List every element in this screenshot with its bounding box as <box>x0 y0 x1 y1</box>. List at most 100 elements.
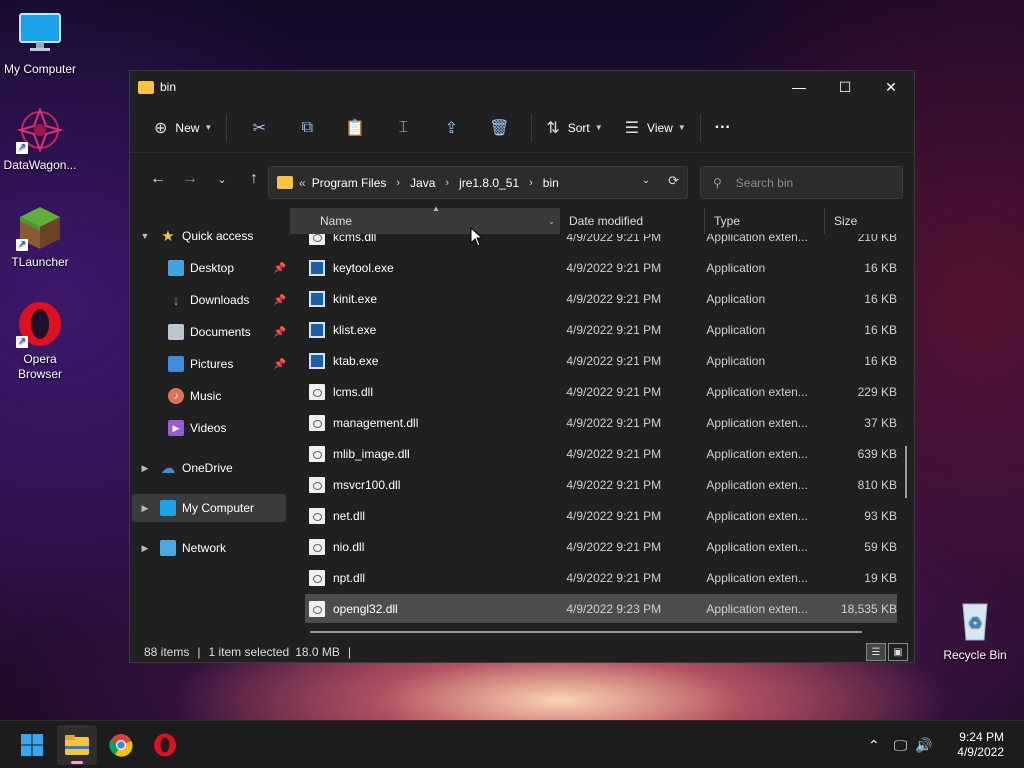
new-button[interactable]: ⊕ New ▼ <box>148 112 218 144</box>
chevron-down-icon[interactable]: ⌄ <box>548 217 555 226</box>
file-row[interactable]: lcms.dll 4/9/2022 9:21 PM Application exte… <box>305 377 897 406</box>
nav-label: Videos <box>190 421 227 435</box>
file-row[interactable]: npt.dll 4/9/2022 9:21 PM Application exten… <box>305 563 897 592</box>
file-size: 37 KB <box>864 415 897 430</box>
desktop-icon-recycle-bin[interactable]: ♻ Recycle Bin <box>935 596 1015 663</box>
breadcrumb-jre[interactable]: jre1.8.0_51 <box>459 176 519 190</box>
horizontal-scrollbar[interactable] <box>310 631 862 633</box>
file-row[interactable]: kcms.dll 4/9/2022 9:21 PM Application exte… <box>305 234 897 251</box>
more-options-button[interactable]: ··· <box>709 112 737 144</box>
close-button[interactable]: ✕ <box>868 71 914 103</box>
file-size: 639 KB <box>857 446 897 461</box>
file-row[interactable]: kinit.exe 4/9/2022 9:21 PM Application 16 K… <box>305 284 897 313</box>
details-view-button[interactable]: ☰ <box>866 643 886 661</box>
file-date: 4/9/2022 9:21 PM <box>566 260 662 275</box>
column-header-date[interactable]: Date modified <box>560 208 705 234</box>
nav-label: Downloads <box>190 293 250 307</box>
rename-button[interactable]: ⌶ <box>379 112 427 144</box>
file-date: 4/9/2022 9:21 PM <box>566 570 662 585</box>
share-button[interactable]: ⇪ <box>427 112 475 144</box>
nav-label: My Computer <box>182 501 255 515</box>
column-header-size[interactable]: Size <box>825 208 910 234</box>
nav-label: Quick access <box>182 229 254 243</box>
expand-arrow-icon[interactable]: ▶ <box>138 543 152 554</box>
network-status-icon[interactable]: 🖵 <box>894 737 908 754</box>
desktop-icon-my-computer[interactable]: My Computer <box>0 10 80 77</box>
breadcrumb-java[interactable]: Java <box>410 176 435 190</box>
file-row[interactable]: msvcr100.dll 4/9/2022 9:21 PM Application … <box>305 470 897 499</box>
taskbar-file-explorer[interactable] <box>57 725 97 765</box>
taskbar-chrome[interactable] <box>101 725 141 765</box>
nav-label: Pictures <box>190 357 234 371</box>
nav-onedrive[interactable]: ▶ ☁ OneDrive <box>138 454 286 482</box>
expand-arrow-icon[interactable]: ▼ <box>138 231 152 241</box>
file-row[interactable]: klist.exe 4/9/2022 9:21 PM Application 16 K… <box>305 315 897 344</box>
cut-button[interactable]: ✂ <box>235 112 283 144</box>
nav-my-computer[interactable]: ▶ My Computer <box>132 494 286 522</box>
file-row[interactable]: management.dll 4/9/2022 9:21 PM Applicatio… <box>305 408 897 437</box>
start-button[interactable] <box>12 725 52 765</box>
application-file-icon <box>309 259 325 276</box>
show-hidden-icons-button[interactable]: ⌃ <box>868 737 880 754</box>
copy-button[interactable]: ⧉ <box>283 112 331 144</box>
forward-button[interactable]: → <box>174 170 206 188</box>
large-icons-view-button[interactable]: ▣ <box>888 643 908 661</box>
column-header-name[interactable]: ▲ Name ⌄ <box>290 204 560 234</box>
file-type: Application exten... <box>706 415 808 430</box>
nav-downloads[interactable]: ↓ Downloads 📌 <box>168 286 288 314</box>
expand-arrow-icon[interactable]: ▶ <box>138 463 152 474</box>
address-bar[interactable]: « Program Files › Java › jre1.8.0_51 › b… <box>268 166 688 199</box>
nav-quick-access[interactable]: ▼ ★ Quick access <box>138 222 286 250</box>
nav-videos[interactable]: ▶ Videos <box>168 414 288 442</box>
file-row[interactable]: ktab.exe 4/9/2022 9:21 PM Application 16 KB <box>305 346 897 375</box>
taskbar-clock[interactable]: 9:24 PM 4/9/2022 <box>957 730 1004 760</box>
vertical-scrollbar[interactable] <box>905 446 907 498</box>
file-type: Application exten... <box>706 446 808 461</box>
back-button[interactable]: ← <box>142 170 174 188</box>
file-row[interactable]: mlib_image.dll 4/9/2022 9:21 PM Applicatio… <box>305 439 897 468</box>
nav-desktop[interactable]: Desktop 📌 <box>168 254 288 282</box>
sort-icon: ⇅ <box>546 119 560 137</box>
file-date: 4/9/2022 9:21 PM <box>566 477 662 492</box>
nav-music[interactable]: ♪ Music <box>168 382 288 410</box>
address-dropdown-button[interactable]: ⌄ <box>642 173 650 189</box>
datawagon-icon: ↗ <box>16 106 64 154</box>
monitor-icon <box>16 10 64 58</box>
file-name: nio.dll <box>333 539 365 554</box>
view-button[interactable]: ☰ View ▼ <box>619 112 692 144</box>
column-header-type[interactable]: Type <box>705 208 825 234</box>
nav-label: OneDrive <box>182 461 233 475</box>
star-icon: ★ <box>161 228 175 245</box>
active-indicator <box>71 761 83 764</box>
desktop-icon-tlauncher[interactable]: ↗ TLauncher <box>0 203 80 270</box>
search-input[interactable]: ⚲ Search bin <box>700 166 903 199</box>
volume-icon[interactable]: 🔊 <box>915 737 932 754</box>
up-button[interactable]: ↑ <box>238 170 270 188</box>
paste-button[interactable]: 📋 <box>331 112 379 144</box>
maximize-button[interactable]: ☐ <box>822 71 868 103</box>
file-row[interactable]: opengl32.dll 4/9/2022 9:23 PM Application … <box>305 594 897 623</box>
recent-locations-button[interactable]: ⌄ <box>206 173 238 186</box>
breadcrumb-overflow[interactable]: « <box>299 176 306 190</box>
clipboard-icon: 📋 <box>345 119 366 137</box>
delete-button[interactable]: 🗑 <box>475 112 523 144</box>
taskbar-opera[interactable] <box>145 725 185 765</box>
desktop-icon-opera[interactable]: ↗ Opera Browser <box>0 300 80 382</box>
expand-arrow-icon[interactable]: ▶ <box>138 503 152 514</box>
file-row[interactable]: net.dll 4/9/2022 9:21 PM Application exten… <box>305 501 897 530</box>
refresh-button[interactable]: ⟳ <box>668 173 679 189</box>
nav-documents[interactable]: Documents 📌 <box>168 318 288 346</box>
nav-network[interactable]: ▶ Network <box>138 534 286 562</box>
title-bar[interactable]: bin — ☐ ✕ <box>130 71 914 103</box>
file-size: 229 KB <box>857 384 897 399</box>
sort-button[interactable]: ⇅ Sort ▼ <box>540 112 608 144</box>
breadcrumb-bin[interactable]: bin <box>543 176 559 190</box>
dll-file-icon <box>309 476 325 493</box>
breadcrumb-program-files[interactable]: Program Files <box>312 176 387 190</box>
file-row[interactable]: keytool.exe 4/9/2022 9:21 PM Application 16… <box>305 253 897 282</box>
nav-pictures[interactable]: Pictures 📌 <box>168 350 288 378</box>
file-name: npt.dll <box>333 570 366 585</box>
desktop-icon-datawagon[interactable]: ↗ DataWagon... <box>0 106 80 173</box>
file-row[interactable]: nio.dll 4/9/2022 9:21 PM Application exten… <box>305 532 897 561</box>
minimize-button[interactable]: — <box>776 71 822 103</box>
